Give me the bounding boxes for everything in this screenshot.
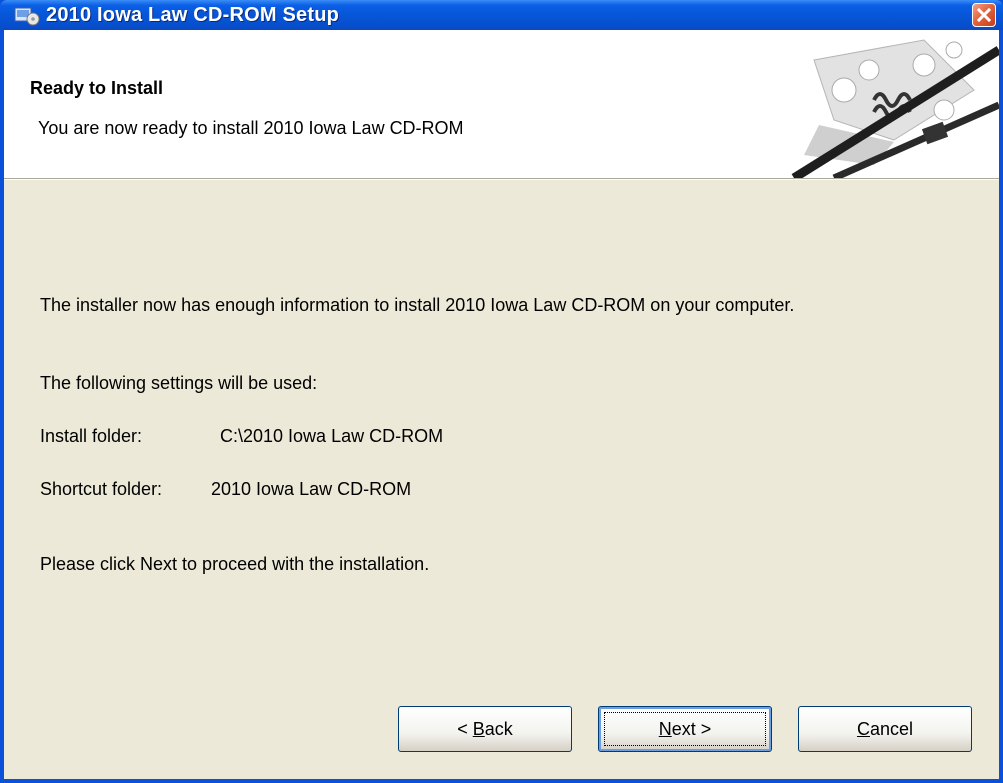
close-button[interactable] bbox=[972, 3, 996, 27]
install-folder-value: C:\2010 Iowa Law CD-ROM bbox=[220, 426, 444, 446]
close-icon bbox=[976, 7, 992, 23]
back-button[interactable]: < Back bbox=[398, 706, 572, 752]
header-banner: Ready to Install You are now ready to in… bbox=[4, 30, 999, 178]
install-folder-label: Install folder: bbox=[40, 426, 143, 446]
back-prefix: < bbox=[457, 719, 473, 739]
setup-window: 2010 Iowa Law CD-ROM Setup Ready to Inst… bbox=[0, 0, 1003, 783]
shortcut-folder-value: 2010 Iowa Law CD-ROM bbox=[211, 479, 412, 499]
shortcut-folder-label: Shortcut folder: bbox=[40, 479, 163, 499]
dialog-client-area: Ready to Install You are now ready to in… bbox=[4, 30, 999, 779]
cancel-mnemonic: C bbox=[856, 719, 870, 739]
instruction-text: Please click Next to proceed with the in… bbox=[40, 554, 430, 574]
cancel-button[interactable]: Cancel bbox=[798, 706, 972, 752]
gears-graphic bbox=[791, 39, 999, 178]
settings-heading: The following settings will be used: bbox=[40, 373, 318, 393]
page-title: Ready to Install bbox=[30, 78, 164, 98]
page-subtitle: You are now ready to install 2010 Iowa L… bbox=[38, 118, 464, 138]
back-rest: ack bbox=[484, 719, 513, 739]
window-title: 2010 Iowa Law CD-ROM Setup bbox=[46, 4, 340, 26]
back-mnemonic: B bbox=[472, 719, 485, 739]
focus-rectangle bbox=[604, 712, 766, 746]
title-bar[interactable]: 2010 Iowa Law CD-ROM Setup bbox=[0, 0, 1003, 30]
cancel-rest: ancel bbox=[869, 719, 914, 739]
setup-icon bbox=[14, 7, 40, 26]
intro-text: The installer now has enough information… bbox=[40, 295, 795, 315]
header-divider-highlight bbox=[4, 179, 999, 180]
next-button[interactable]: Next > bbox=[598, 706, 772, 752]
